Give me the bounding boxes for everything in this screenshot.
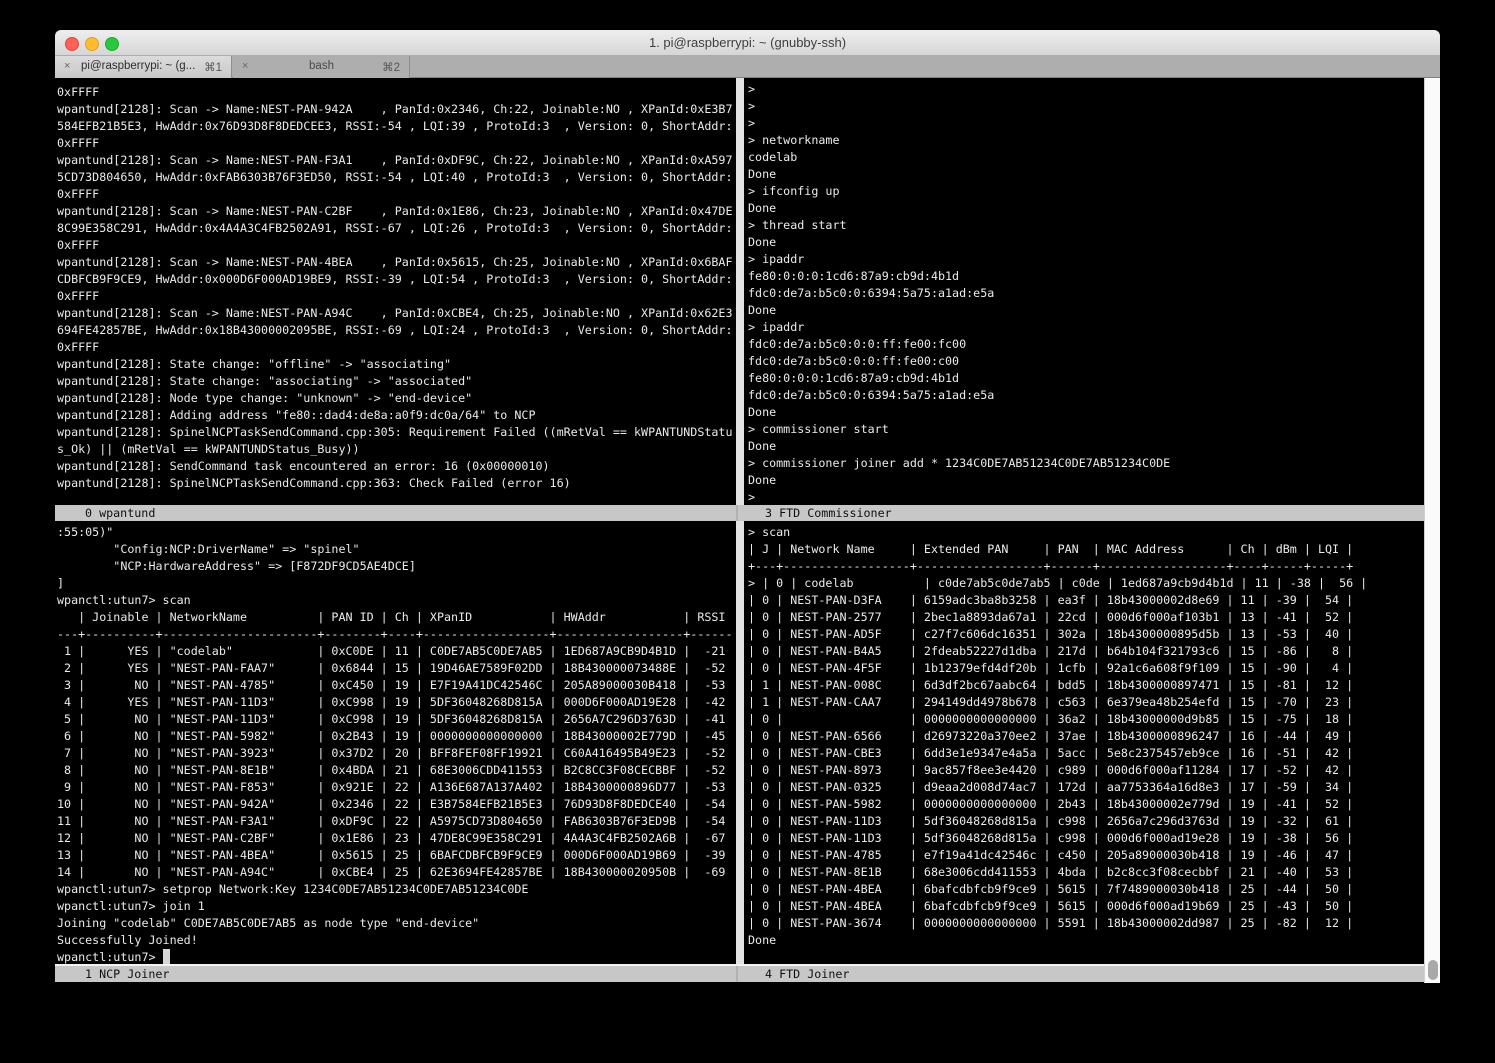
pane-ncp-joiner[interactable]: :55:05)" "Config:NCP:DriverName" => "spi… (55, 521, 736, 964)
wpantund-log-output: 0xFFFF wpantund[2128]: Scan -> Name:NEST… (57, 84, 733, 492)
pane-bar-seam (736, 966, 738, 982)
tab-bash[interactable]: × bash ⌘2 (233, 56, 410, 78)
tab-bar: × pi@raspberrypi: ~ (g... ⌘1 × bash ⌘2 (55, 56, 1440, 78)
pane-wpantund[interactable]: 0xFFFF wpantund[2128]: Scan -> Name:NEST… (55, 78, 736, 505)
pane-ftd-commissioner[interactable]: > > > > networkname codelab Done > ifcon… (744, 78, 1424, 505)
pane-title-ftd-joiner: 4 FTD Joiner (765, 966, 849, 982)
pane-title-ftd-commissioner: 3 FTD Commissioner (765, 505, 892, 521)
ftd-commissioner-output: > > > > networkname codelab Done > ifcon… (748, 81, 1170, 505)
ftd-joiner-output: > scan | J | Network Name | Extended PAN… (748, 524, 1367, 949)
desktop-background: 1. pi@raspberrypi: ~ (gnubby-ssh) × pi@r… (0, 0, 1495, 1063)
tab-label: pi@raspberrypi: ~ (g... (81, 60, 195, 72)
window-title-bar[interactable]: 1. pi@raspberrypi: ~ (gnubby-ssh) (55, 30, 1440, 56)
terminal-window: 1. pi@raspberrypi: ~ (gnubby-ssh) × pi@r… (55, 30, 1440, 983)
window-title: 1. pi@raspberrypi: ~ (gnubby-ssh) (55, 35, 1440, 50)
scrollbar-thumb[interactable] (1428, 960, 1438, 980)
pane-title-bar-top-row: 0 wpantund 3 FTD Commissioner (55, 505, 1424, 521)
ncp-joiner-output: :55:05)" "Config:NCP:DriverName" => "spi… (57, 524, 733, 964)
tab-shortcut: ⌘1 (204, 60, 222, 74)
tab-close-icon[interactable]: × (64, 60, 70, 73)
tmux-pane-divider[interactable] (736, 78, 744, 980)
pane-title-bar-bottom-row: 1 NCP Joiner 4 FTD Joiner (55, 964, 1424, 982)
tab-ssh-session[interactable]: × pi@raspberrypi: ~ (g... ⌘1 (55, 56, 232, 78)
pane-title-wpantund: 0 wpantund (85, 505, 155, 521)
terminal-content: 0xFFFF wpantund[2128]: Scan -> Name:NEST… (55, 78, 1440, 983)
pane-title-ncp-joiner: 1 NCP Joiner (85, 966, 169, 982)
pane-ftd-joiner[interactable]: > scan | J | Network Name | Extended PAN… (744, 521, 1424, 964)
terminal-cursor (163, 949, 170, 964)
pane-bar-seam (736, 505, 738, 521)
tab-shortcut: ⌘2 (382, 60, 400, 74)
scrollbar-track[interactable] (1424, 78, 1440, 983)
